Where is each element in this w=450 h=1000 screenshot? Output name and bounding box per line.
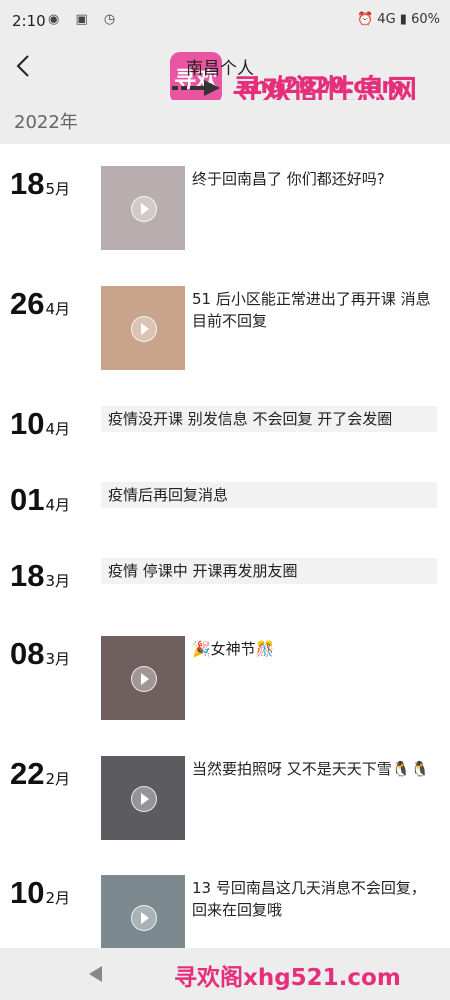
battery-level: 60%	[411, 12, 440, 27]
play-icon	[131, 196, 157, 222]
entry-month: 4月	[45, 496, 71, 514]
text-post[interactable]: 疫情后再回复消息	[101, 482, 437, 508]
entry-month: 2月	[45, 770, 71, 788]
entry-date: 083月	[10, 636, 70, 676]
entry-caption: 13 号回南昌这几天消息不会回复，回来在回复哦	[192, 879, 426, 919]
text-post[interactable]: 疫情没开课 别发信息 不会回复 开了会发圈	[101, 406, 437, 432]
entry-day: 18	[10, 558, 45, 593]
entry-date: 222月	[10, 756, 70, 796]
entry-date: 104月	[10, 406, 70, 446]
play-icon	[131, 666, 157, 692]
entry-date: 014月	[10, 482, 70, 522]
nav-back-icon[interactable]	[86, 964, 106, 984]
status-right: ⏰ 4G ▮ 60%	[357, 12, 440, 27]
notification-icons: ◉ ▣ ◷	[48, 12, 122, 27]
play-icon	[131, 786, 157, 812]
entry-day: 22	[10, 756, 45, 791]
chevron-left-icon	[16, 55, 29, 77]
entry-day: 18	[10, 166, 45, 201]
battery-icon: ▮	[399, 12, 407, 27]
entry-date: 264月	[10, 286, 70, 326]
status-time: 2:10	[12, 12, 46, 30]
entry-date: 183月	[10, 558, 70, 598]
entry-caption: 当然要拍照呀 又不是天天下雪🐧🐧	[192, 760, 430, 778]
entry-caption: 终于回南昌了 你们都还好吗?	[192, 170, 385, 188]
alarm-icon: ⏰	[356, 12, 374, 27]
entry-day: 10	[10, 406, 45, 441]
entry-month: 2月	[45, 889, 71, 907]
year-header: 2022年	[0, 100, 450, 144]
entry-caption: 🎉女神节🎊	[192, 640, 275, 658]
back-button[interactable]	[12, 48, 42, 84]
play-icon	[131, 905, 157, 931]
entry-month: 3月	[45, 650, 71, 668]
status-bar: 2:10 ◉ ▣ ◷ ⏰ 4G ▮ 60%	[0, 0, 450, 40]
video-thumbnail[interactable]	[101, 166, 185, 250]
video-thumbnail[interactable]	[101, 636, 185, 720]
watermark-bottom: 寻欢阁xhg521.com	[174, 965, 401, 991]
network-label: 4G	[377, 12, 396, 27]
entry-day: 26	[10, 286, 45, 321]
video-thumbnail[interactable]	[101, 756, 185, 840]
entry-caption: 51 后小区能正常进出了再开课 消息目前不回复	[192, 290, 431, 330]
entry-day: 10	[10, 875, 45, 910]
video-thumbnail[interactable]	[101, 286, 185, 370]
entry-month: 4月	[45, 300, 71, 318]
entry-day: 08	[10, 636, 45, 671]
entry-month: 5月	[45, 180, 71, 198]
text-post[interactable]: 疫情 停课中 开课再发朋友圈	[101, 558, 437, 584]
play-icon	[131, 316, 157, 342]
moments-feed[interactable]: 185月 终于回南昌了 你们都还好吗? 264月 51 后小区能正常进出了再开课…	[0, 144, 450, 948]
arrow-right-icon	[172, 80, 220, 96]
year-label: 2022年	[14, 112, 78, 133]
entry-date: 185月	[10, 166, 70, 206]
entry-month: 4月	[45, 420, 71, 438]
video-thumbnail[interactable]	[101, 875, 185, 948]
entry-month: 3月	[45, 572, 71, 590]
entry-day: 01	[10, 482, 45, 517]
entry-date: 102月	[10, 875, 70, 915]
watermark-url: xhg2020.com	[238, 74, 405, 99]
